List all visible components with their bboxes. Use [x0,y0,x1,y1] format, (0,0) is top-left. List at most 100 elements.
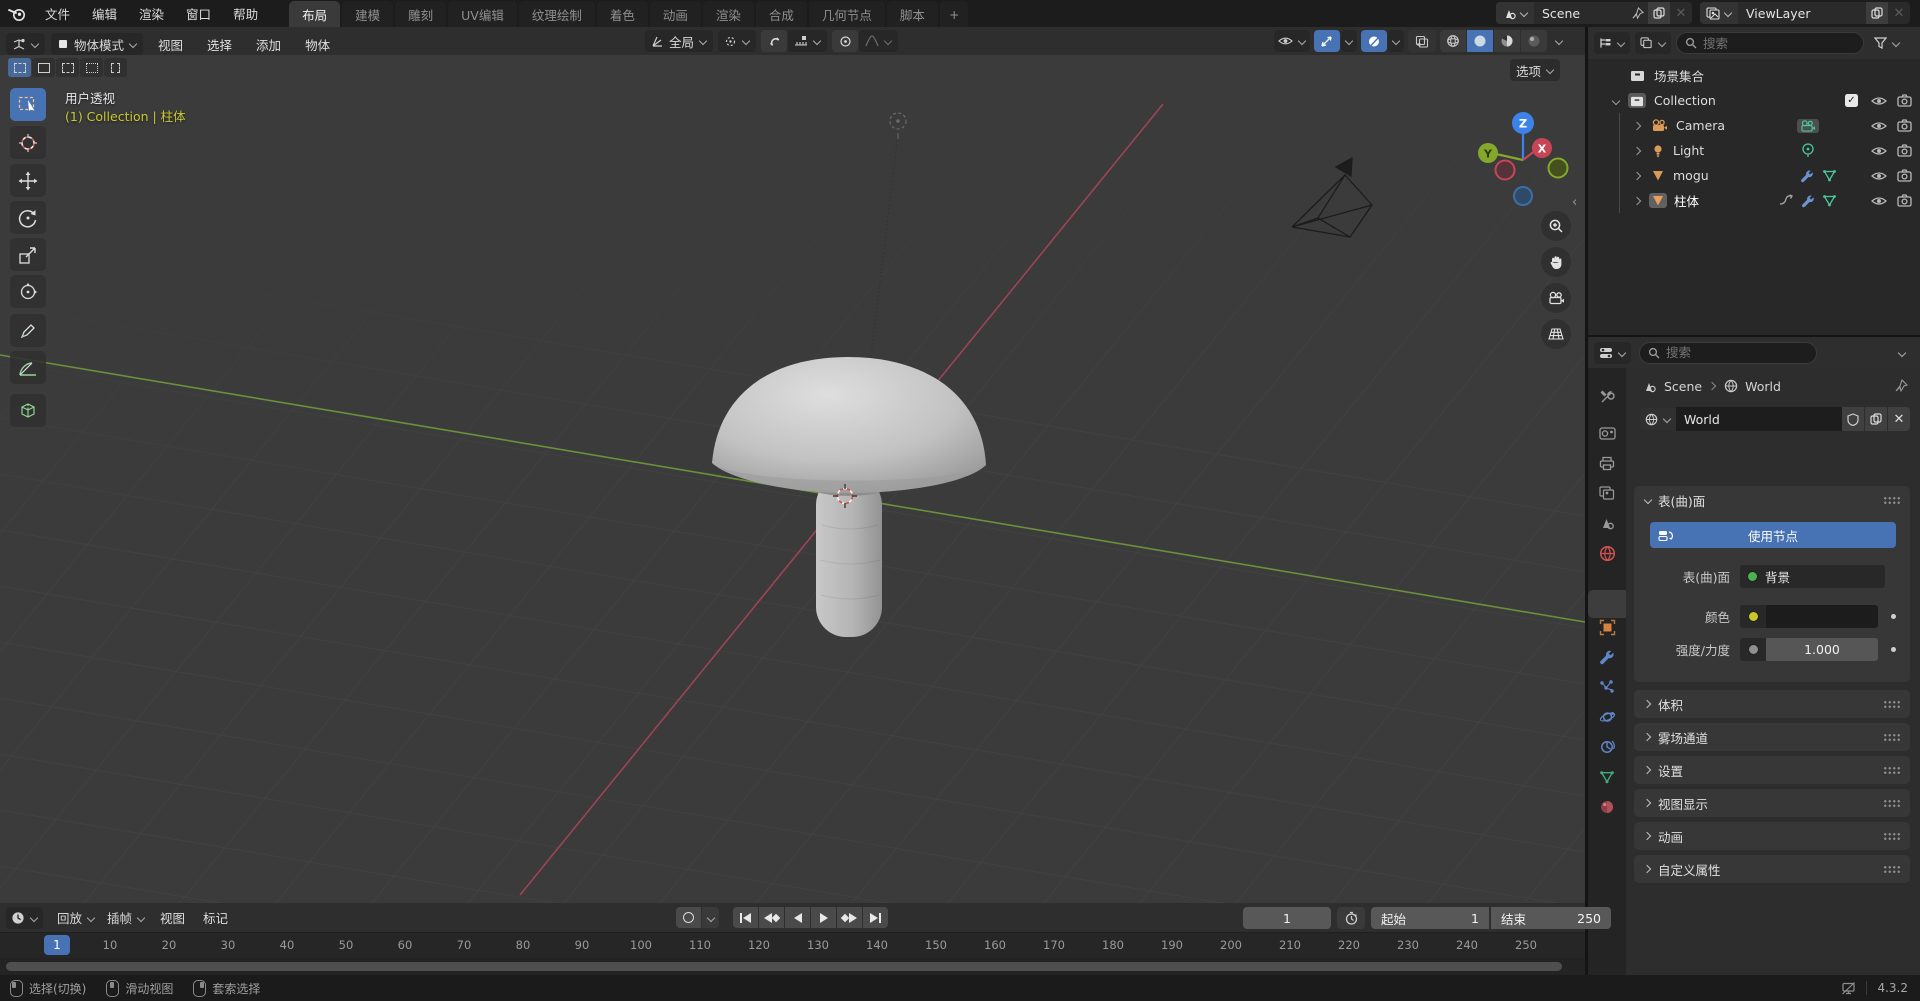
scene-name[interactable]: Scene [1534,6,1631,21]
shading-solid-button[interactable] [1467,30,1493,52]
tab-viewlayer[interactable] [1588,478,1626,508]
drag-dots[interactable] [1883,799,1900,807]
auto-keying-button[interactable] [676,907,701,928]
hide-eye-icon[interactable] [1871,120,1887,132]
active-camera-data-chip[interactable] [1797,118,1819,133]
render-visibility-icon[interactable] [1897,194,1912,207]
overlays-dropdown[interactable] [1388,30,1404,52]
playhead[interactable]: 1 [44,935,70,955]
select-mode-subtract-button[interactable] [56,58,79,77]
outliner-editor-type-button[interactable] [1594,32,1630,54]
world-copy-button[interactable] [1865,407,1887,431]
visibility-dropdown[interactable] [1274,30,1310,52]
viewlayer-name[interactable]: ViewLayer [1738,6,1866,21]
modifier-icon[interactable] [1801,194,1815,208]
menu-file[interactable]: 文件 [34,0,81,27]
strength-keyframe-dot[interactable] [1891,646,1896,652]
light-object[interactable] [889,112,907,139]
pin-icon[interactable] [1894,379,1908,393]
animation-fcurve-icon[interactable] [1779,194,1794,207]
properties-search[interactable] [1639,341,1817,364]
pivot-point-dropdown[interactable] [718,30,757,52]
playback-menu[interactable]: 回放 [51,907,101,929]
viewport-canvas[interactable]: 用户透视 (1) Collection | 柱体 选项 Z Y X ‹ [0,55,1585,903]
panel-volume[interactable]: 体积 [1634,690,1910,718]
snap-toggle-button[interactable] [761,30,788,52]
workspace-tab-shading[interactable]: 着色 [596,1,648,27]
mushroom-object[interactable] [712,357,986,637]
gizmo-dropdown[interactable] [1341,30,1357,52]
options-button[interactable]: 选项 [1510,59,1561,81]
workspace-tab-scripting[interactable]: 脚本 [886,1,938,27]
current-frame-field[interactable]: 1 [1243,907,1331,929]
properties-search-input[interactable] [1639,341,1817,364]
drag-dots[interactable] [1883,700,1900,708]
pin-icon[interactable] [1631,6,1644,20]
jump-to-start-button[interactable] [733,907,758,928]
camera-view-button[interactable] [1541,283,1571,313]
tool-annotate[interactable] [10,314,46,347]
menu-select[interactable]: 选择 [198,30,241,58]
show-overlays-button[interactable] [1361,30,1387,52]
panel-mist[interactable]: 雾场通道 [1634,723,1910,751]
zoom-button[interactable] [1541,211,1571,241]
gizmo-x-neg-handle[interactable] [1494,159,1516,181]
workspace-tab-compositing[interactable]: 合成 [755,1,807,27]
drag-dots[interactable] [1883,865,1900,873]
workspace-tab-layout[interactable]: 布局 [289,1,341,27]
falloff-dropdown[interactable] [859,30,899,52]
workspace-tab-animation[interactable]: 动画 [649,1,701,27]
color-swatch[interactable] [1766,604,1878,628]
shading-rendered-button[interactable] [1521,30,1547,52]
tool-move[interactable] [10,164,46,197]
camera-object[interactable] [1291,156,1373,238]
keying-menu[interactable]: 插帧 [101,907,151,929]
viewlayer-copy-button[interactable] [1866,2,1888,24]
world-unlink-button[interactable]: ✕ [1888,407,1910,431]
viewlayer-browse-button[interactable] [1700,2,1738,24]
timeline-scrollbar-thumb[interactable] [6,962,1562,971]
outliner-search[interactable] [1676,32,1864,54]
tab-output[interactable] [1588,448,1626,478]
toggle-perspective-button[interactable] [1541,319,1571,349]
menu-view[interactable]: 视图 [149,30,192,58]
menu-render[interactable]: 渲染 [128,0,175,27]
collection-checkbox[interactable]: ✓ [1845,94,1858,107]
tool-select-box[interactable] [10,88,46,121]
world-browse-button[interactable] [1640,408,1676,430]
tab-physics[interactable] [1588,702,1626,732]
outliner-search-input[interactable] [1676,32,1864,54]
panel-animation[interactable]: 动画 [1634,822,1910,850]
tab-particles[interactable] [1588,672,1626,702]
color-field[interactable] [1740,604,1878,628]
use-preview-range-button[interactable] [1337,907,1365,929]
next-keyframe-button[interactable] [837,907,862,928]
render-visibility-icon[interactable] [1897,119,1912,132]
previous-keyframe-button[interactable] [759,907,784,928]
outliner-row-collection[interactable]: Collection ✓ [1588,88,1920,113]
outliner-row-zhuti[interactable]: 柱体 [1588,188,1920,213]
tab-object-data[interactable] [1588,762,1626,792]
jump-to-end-button[interactable] [863,907,888,928]
mesh-data-icon[interactable] [1822,194,1837,207]
shading-wireframe-button[interactable] [1440,30,1466,52]
tool-cursor[interactable] [10,126,46,159]
tool-measure[interactable] [10,351,46,384]
scene-unlink-button[interactable]: ✕ [1670,2,1692,24]
tool-scale[interactable] [10,238,46,271]
breadcrumb-world[interactable]: World [1745,379,1781,394]
properties-options-dropdown[interactable] [1898,349,1906,357]
select-mode-extend-button[interactable] [32,58,55,77]
workspace-tab-texturepaint[interactable]: 纹理绘制 [518,1,595,27]
select-mode-intersect-button[interactable] [104,58,127,77]
hide-eye-icon[interactable] [1871,195,1887,207]
hide-eye-icon[interactable] [1871,95,1887,107]
navigation-gizmo[interactable]: Z Y X [1478,88,1578,208]
workspace-tab-modeling[interactable]: 建模 [342,1,394,27]
tool-add-cube[interactable] [10,394,46,427]
menu-edit[interactable]: 编辑 [81,0,128,27]
hide-eye-icon[interactable] [1871,145,1887,157]
tab-modifiers[interactable] [1588,642,1626,672]
blender-logo[interactable] [0,7,34,21]
tab-material[interactable] [1588,792,1626,822]
